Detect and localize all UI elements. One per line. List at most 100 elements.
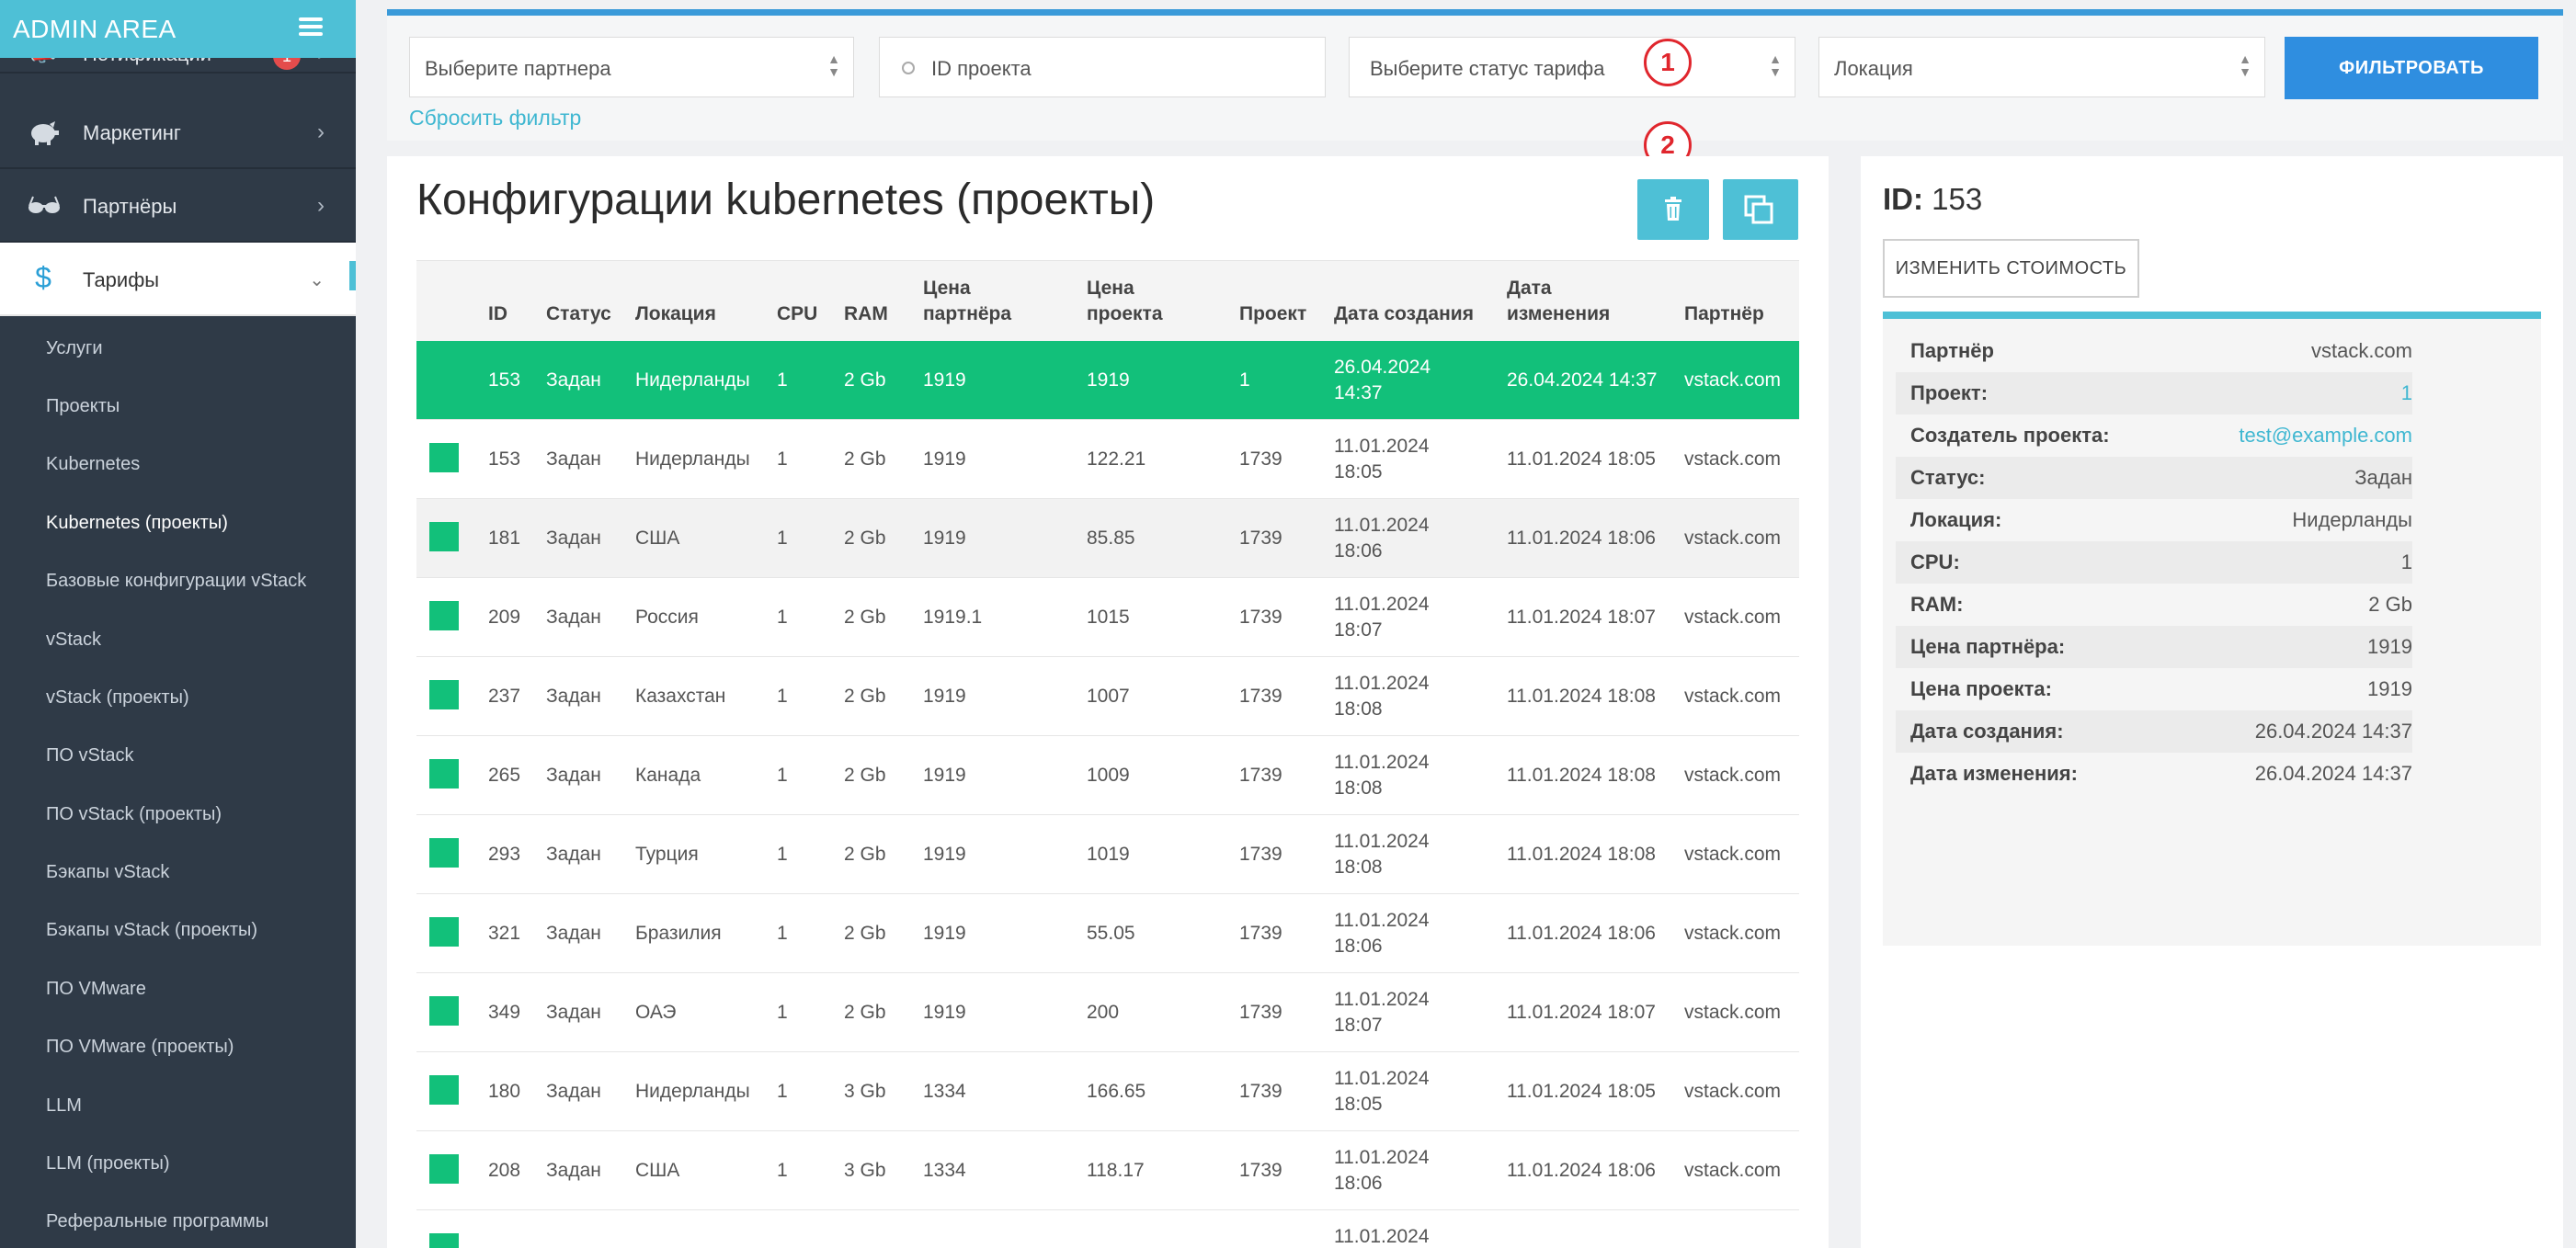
table-row[interactable]: 180 Задан Нидерланды 1 3 Gb 1334 166.65 1739 11.… <box>416 1052 1799 1131</box>
cell-cpu: 1 <box>777 1002 788 1023</box>
cell-created-time: 18:06 <box>1334 540 1383 562</box>
column-header-partner-price-line1[interactable]: Цена <box>923 276 971 301</box>
cell-partner-price: 1334 <box>923 1160 966 1181</box>
hamburger-menu-icon[interactable] <box>299 17 323 36</box>
cell-project-price: 85.85 <box>1087 528 1135 549</box>
column-header-status[interactable]: Статус <box>546 301 611 327</box>
copy-button[interactable] <box>1723 179 1798 240</box>
submenu-item-vstack-software[interactable]: ПО vStack <box>46 745 134 766</box>
submenu-item-vstack-backups-projects[interactable]: Бэкапы vStack (проекты) <box>46 920 257 941</box>
delete-button[interactable] <box>1637 179 1709 240</box>
table-row[interactable]: 209 Задан Россия 1 2 Gb 1919.1 1015 1739 11.01.2… <box>416 578 1799 657</box>
column-header-updated-line2[interactable]: изменения <box>1507 301 1610 327</box>
cell-project: 1739 <box>1239 1002 1282 1023</box>
column-header-cpu[interactable]: CPU <box>777 301 817 327</box>
main-panel: Конфигурации kubernetes (проекты) ID Ста… <box>387 156 1829 1248</box>
detail-project-link[interactable]: 1 <box>2401 381 2412 405</box>
submenu-item-projects[interactable]: Проекты <box>46 396 120 417</box>
column-header-partner-price-line2[interactable]: партнёра <box>923 301 1011 327</box>
chevron-right-icon: › <box>317 119 325 144</box>
cell-partner: vstack.com <box>1684 448 1782 470</box>
sidebar-item-marketing[interactable]: Маркетинг › <box>0 96 356 169</box>
cell-cpu: 1 <box>777 607 788 628</box>
submenu-item-llm-projects[interactable]: LLM (проекты) <box>46 1153 170 1174</box>
column-header-created[interactable]: Дата создания <box>1334 301 1474 327</box>
detail-field-row: Локация: Нидерланды <box>1896 499 2412 541</box>
location-placeholder: Локация <box>1834 57 1913 80</box>
cell-status: Задан <box>546 765 601 786</box>
detail-info-box: Партнёр vstack.com Проект: 1 Создатель проек… <box>1883 312 2541 946</box>
project-id-input[interactable]: ID проекта <box>879 37 1326 97</box>
cell-partner-price: 1919 <box>923 528 966 549</box>
cell-id: 153 <box>488 369 521 391</box>
cell-created-date: 11.01.2024 <box>1334 989 1430 1010</box>
cell-created-date: 11.01.2024 <box>1334 1226 1430 1247</box>
table-row[interactable]: 153 Задан Нидерланды 1 2 Gb 1919 122.21 1739 11.… <box>416 420 1799 499</box>
submenu-item-vmware-software-projects[interactable]: ПО VMware (проекты) <box>46 1037 234 1058</box>
detail-field-label: Создатель проекта: <box>1910 424 2110 447</box>
detail-field-label: RAM: <box>1910 593 1964 616</box>
table-row[interactable]: 237 Задан Казахстан 1 2 Gb 1919 1007 1739 11.01.… <box>416 657 1799 736</box>
cell-created-date: 11.01.2024 <box>1334 673 1430 694</box>
cell-ram: 2 Gb <box>844 528 886 549</box>
cell-created-time: 18:05 <box>1334 1094 1383 1115</box>
detail-field-value: 1 <box>2400 550 2412 573</box>
cell-ram: 2 Gb <box>844 607 886 628</box>
tariff-status-placeholder: Выберите статус тарифа <box>1370 57 1605 80</box>
cell-updated: 11.01.2024 18:08 <box>1507 765 1656 786</box>
location-select[interactable]: Локация ▲ ▼ <box>1818 37 2265 97</box>
tariff-status-select[interactable]: Выберите статус тарифа ▲ ▼ <box>1349 37 1795 97</box>
table-row[interactable]: 11.01.2024 <box>416 1210 1799 1248</box>
table-row[interactable]: 293 Задан Турция 1 2 Gb 1919 1019 1739 11.01.202… <box>416 815 1799 894</box>
filter-bar: Выберите партнера ▲ ▼ ID проекта Выберите… <box>387 9 2563 141</box>
column-header-project[interactable]: Проект <box>1239 301 1306 327</box>
submenu-item-vstack-projects[interactable]: vStack (проекты) <box>46 687 189 709</box>
cell-id: 293 <box>488 844 521 865</box>
table-row[interactable]: 321 Задан Бразилия 1 2 Gb 1919 55.05 1739 11.01.… <box>416 894 1799 973</box>
cell-created-date: 11.01.2024 <box>1334 831 1430 852</box>
table-row[interactable]: 153 Задан Нидерланды 1 2 Gb 1919 1919 1 26.04.20… <box>416 341 1799 420</box>
sidebar-item-tariffs[interactable]: $ Тарифы ⌄ <box>0 243 356 316</box>
status-color-square <box>429 680 459 709</box>
column-header-location[interactable]: Локация <box>635 301 716 327</box>
table-row[interactable]: 349 Задан ОАЭ 1 2 Gb 1919 200 1739 11.01.2024 18… <box>416 973 1799 1052</box>
cell-id: 208 <box>488 1160 521 1181</box>
cell-partner: vstack.com <box>1684 765 1782 786</box>
detail-creator-link[interactable]: test@example.com <box>2239 424 2412 448</box>
detail-field-row: Дата изменения: 26.04.2024 14:37 <box>1896 753 2412 795</box>
cell-partner: vstack.com <box>1684 607 1782 628</box>
partner-select[interactable]: Выберите партнера ▲ ▼ <box>409 37 854 97</box>
submenu-item-vstack[interactable]: vStack <box>46 630 101 651</box>
submenu-item-services[interactable]: Услуги <box>46 338 103 359</box>
submenu-item-vstack-backups[interactable]: Бэкапы vStack <box>46 862 169 883</box>
submenu-item-llm[interactable]: LLM <box>46 1095 82 1117</box>
cell-location: Нидерланды <box>635 448 750 470</box>
change-price-button[interactable]: ИЗМЕНИТЬ СТОИМОСТЬ <box>1883 239 2139 298</box>
submenu-item-kubernetes[interactable]: Kubernetes <box>46 454 140 475</box>
filter-button[interactable]: ФИЛЬТРОВАТЬ <box>2285 37 2538 99</box>
table-row[interactable]: 181 Задан США 1 2 Gb 1919 85.85 1739 11.01.2024 … <box>416 499 1799 578</box>
table-row[interactable]: 265 Задан Канада 1 2 Gb 1919 1009 1739 11.01.202… <box>416 736 1799 815</box>
column-header-partner[interactable]: Партнёр <box>1684 301 1764 327</box>
cell-ram: 2 Gb <box>844 1002 886 1023</box>
submenu-item-vstack-software-projects[interactable]: ПО vStack (проекты) <box>46 804 222 825</box>
sidebar-item-partners[interactable]: Партнёры › <box>0 169 356 243</box>
cell-id: 153 <box>488 448 521 470</box>
column-header-updated-line1[interactable]: Дата <box>1507 276 1552 301</box>
column-header-id[interactable]: ID <box>488 301 507 327</box>
cell-status: Задан <box>546 369 601 391</box>
submenu-item-vstack-base-configs[interactable]: Базовые конфигурации vStack <box>46 571 306 592</box>
table-row[interactable]: 208 Задан США 1 3 Gb 1334 118.17 1739 11.01.2024… <box>416 1131 1799 1210</box>
column-header-project-price-line1[interactable]: Цена <box>1087 276 1134 301</box>
detail-id-label: ID: <box>1883 182 1923 216</box>
dollar-icon: $ <box>35 261 51 294</box>
detail-field-row: Партнёр vstack.com <box>1896 330 2412 372</box>
submenu-item-referral-programs[interactable]: Реферальные программы <box>46 1211 268 1232</box>
column-header-ram[interactable]: RAM <box>844 301 888 327</box>
column-header-project-price-line2[interactable]: проекта <box>1087 301 1163 327</box>
reset-filter-link[interactable]: Сбросить фильтр <box>409 106 581 130</box>
cell-partner: vstack.com <box>1684 1081 1782 1102</box>
submenu-item-kubernetes-projects[interactable]: Kubernetes (проекты) <box>46 513 228 534</box>
sidebar-item-label: Маркетинг <box>83 121 181 144</box>
submenu-item-vmware-software[interactable]: ПО VMware <box>46 979 146 1000</box>
